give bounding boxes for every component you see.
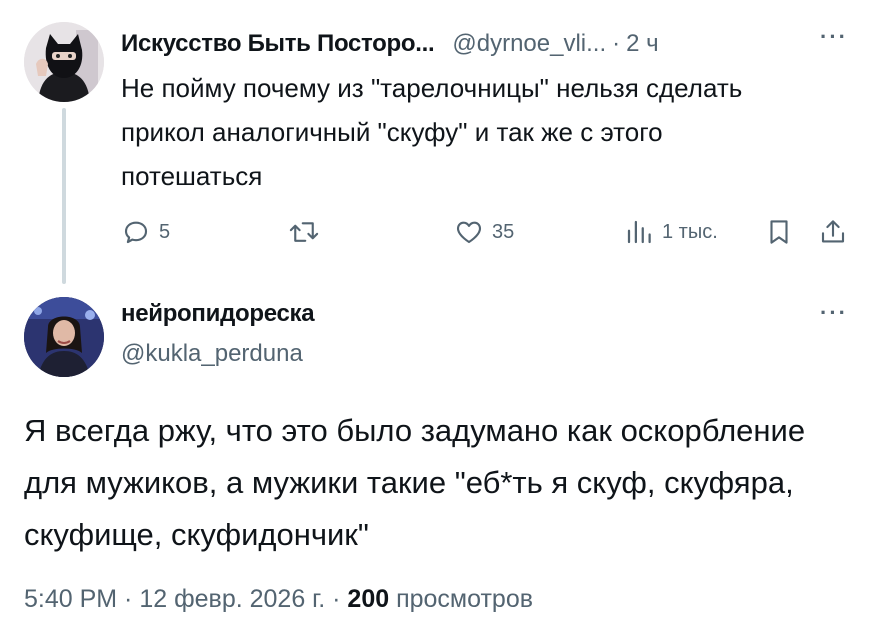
like-count: 35 bbox=[492, 220, 515, 243]
parent-author-avatar[interactable] bbox=[24, 22, 104, 102]
repost-button[interactable] bbox=[287, 212, 329, 252]
reply-author-handle[interactable]: @kukla_perduna bbox=[121, 340, 303, 368]
parent-tweet-text: Не пойму почему из "тарелочницы" нельзя … bbox=[121, 73, 743, 191]
parent-more-options-button[interactable]: ··· bbox=[820, 24, 848, 50]
parent-tweet-header: Искусство Быть Посторо... @dyrnoe_vli...… bbox=[121, 26, 659, 62]
reply-tweet-meta: 5:40 PM · 12 февр. 2026 г. · 200 просмот… bbox=[24, 585, 533, 614]
reply-count: 5 bbox=[159, 220, 171, 243]
reply-more-options-button[interactable]: ··· bbox=[820, 300, 848, 326]
thread-connector-line bbox=[62, 108, 66, 284]
bookmark-button[interactable] bbox=[764, 212, 794, 252]
bookmark-icon bbox=[770, 220, 788, 244]
like-button[interactable]: 35 bbox=[454, 212, 514, 252]
reply-tweet-text: Я всегда ржу, что это было задумано как … bbox=[24, 413, 806, 552]
heart-icon bbox=[456, 221, 482, 244]
parent-author-handle[interactable]: @dyrnoe_vli... bbox=[452, 30, 606, 58]
share-icon bbox=[821, 220, 845, 243]
reply-author-avatar[interactable] bbox=[24, 297, 104, 377]
header-separator: · bbox=[612, 30, 621, 57]
reply-author-name[interactable]: нейропидореска bbox=[121, 300, 315, 328]
reply-button[interactable]: 5 bbox=[121, 212, 170, 252]
parent-author-name[interactable]: Искусство Быть Посторо... bbox=[121, 30, 435, 58]
avatar-image bbox=[24, 22, 104, 102]
reply-views-label: просмотров bbox=[389, 585, 534, 613]
avatar-image bbox=[24, 297, 104, 377]
views-button[interactable]: 1 тыс. bbox=[624, 212, 718, 252]
reply-timestamp[interactable]: 5:40 PM · 12 февр. 2026 г. · bbox=[24, 585, 347, 613]
repost-icon bbox=[289, 222, 319, 242]
views-chart-icon bbox=[627, 220, 651, 244]
share-button[interactable] bbox=[818, 212, 848, 252]
views-count: 1 тыс. bbox=[662, 220, 718, 243]
reply-icon bbox=[124, 221, 148, 244]
parent-tweet-time[interactable]: 2 ч bbox=[626, 30, 659, 58]
reply-views-count[interactable]: 200 bbox=[347, 585, 389, 613]
